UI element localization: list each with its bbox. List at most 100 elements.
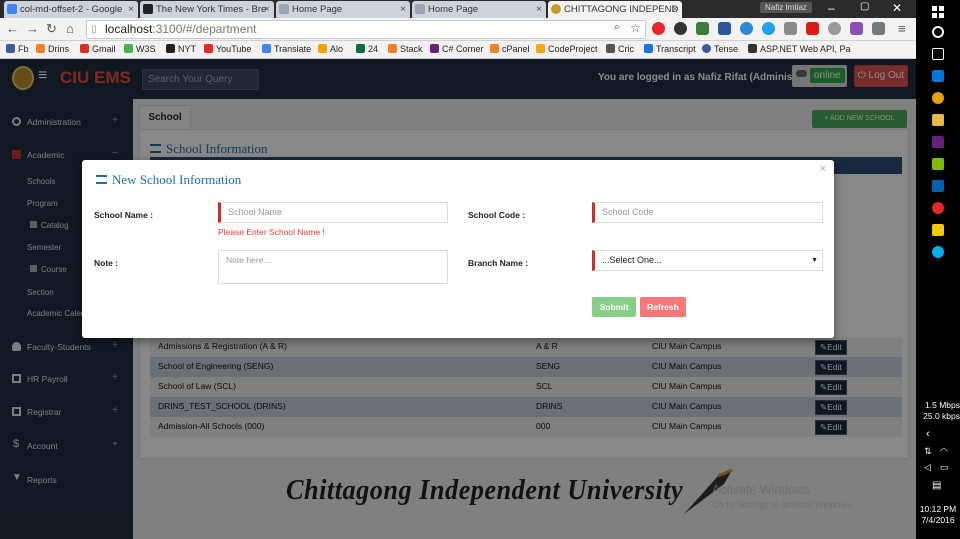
submit-button[interactable]: Submit [592,297,636,317]
app-icon[interactable] [932,70,944,82]
modal-title: New School Information [96,172,241,188]
network-speed: 1.5 Mbps 25.0 kbps [920,400,960,422]
opera-icon[interactable] [932,202,944,214]
browser-tab[interactable]: col-md-offset-2 - Google × [4,1,138,18]
school-code-input[interactable]: School Code [592,202,823,223]
bookmark-item[interactable]: Alo [318,44,343,54]
clock[interactable]: 10:12 PM 7/4/2016 [918,504,958,526]
extension-icon[interactable] [762,22,775,35]
school-name-label: School Name : [94,210,154,220]
keyboard-icon[interactable]: ▭ [940,462,949,473]
address-bar-row: ← → ↻ ⌂ ▯ localhost:3100/#/department ⌕ … [0,18,916,41]
bookmark-item[interactable]: C# Corner [430,44,484,54]
bookmark-item[interactable]: Fb [6,44,29,54]
net-down: 1.5 Mbps [925,400,960,410]
bookmark-item[interactable]: Stack [388,44,423,54]
menu-icon[interactable]: ≡ [898,21,906,36]
skype-icon[interactable] [932,246,944,258]
school-name-error: Please Enter School Name ! [218,227,325,237]
forward-icon[interactable]: → [26,21,39,36]
bookmark-item[interactable]: CodeProject [536,44,598,54]
windows-start-icon[interactable] [932,6,944,18]
school-code-label: School Code : [468,210,526,220]
browser-tab-bar: col-md-offset-2 - Google × The New York … [0,0,916,18]
home-icon[interactable]: ⌂ [66,21,74,36]
url-path: :3100/#/department [152,22,257,36]
cortana-icon[interactable] [932,26,944,38]
app-icon[interactable] [932,224,944,236]
browser-tab-active[interactable]: CHITTAGONG INDEPEND × [548,1,682,18]
minimize-icon[interactable]: – [828,1,835,15]
tab-title: Home Page [292,4,343,15]
opera-icon[interactable] [652,22,665,35]
task-view-icon[interactable] [932,48,944,60]
bookmark-item[interactable]: Cric [606,44,634,54]
close-tab-icon[interactable]: × [264,1,270,18]
close-tab-icon[interactable]: × [128,1,134,18]
angular-icon[interactable] [806,22,819,35]
bookmark-item[interactable]: Gmail [80,44,116,54]
reload-icon[interactable]: ↻ [46,21,57,37]
close-tab-icon[interactable]: × [672,1,678,18]
camera-icon[interactable] [872,22,885,35]
chrome-icon[interactable] [932,92,944,104]
note-label: Note : [94,258,119,268]
app-icon[interactable] [932,180,944,192]
bookmark-item[interactable]: 24 [356,44,378,54]
notifications-icon[interactable]: ▤ [932,480,941,491]
bookmark-item[interactable]: cPanel [490,44,530,54]
tab-title: Home Page [428,4,479,15]
extension-icon[interactable] [740,22,753,35]
search-icon[interactable]: ⌕ [614,21,620,34]
close-tab-icon[interactable]: × [400,1,406,18]
extension-icon[interactable] [850,22,863,35]
refresh-button[interactable]: Refresh [640,297,686,317]
close-window-icon[interactable]: ✕ [892,1,902,15]
activate-windows-hint: Go to Settings to activate Windows. [712,500,855,510]
bookmark-item[interactable]: Tense [702,44,738,54]
url-input[interactable]: ▯ localhost:3100/#/department [86,20,646,39]
browser-tab[interactable]: The New York Times - Bre × [140,1,274,18]
back-icon[interactable]: ← [6,21,19,36]
close-icon[interactable]: × [820,163,826,175]
bookmark-item[interactable]: Transcript [644,44,696,54]
volume-icon[interactable]: ◁ [924,462,931,473]
settings-gear-icon[interactable] [674,22,687,35]
browser-tab[interactable]: Home Page × [412,1,546,18]
ciu-icon [551,4,561,14]
network-icon[interactable]: ⇅ [924,446,932,457]
app-icon[interactable] [932,158,944,170]
file-explorer-icon[interactable] [932,114,944,126]
note-textarea[interactable]: Note here... [218,250,448,284]
net-up: 25.0 kbps [923,411,960,421]
bookmark-item[interactable]: W3S [124,44,156,54]
star-icon[interactable]: ☆ [630,21,641,35]
chevron-left-icon[interactable]: ‹ [926,428,930,440]
bookmark-item[interactable]: Drins [36,44,69,54]
recycle-icon[interactable] [696,22,709,35]
bookmark-item[interactable]: YouTube [204,44,251,54]
maximize-icon[interactable]: ▢ [860,1,869,12]
close-tab-icon[interactable]: × [536,1,542,18]
browser-tab[interactable]: Home Page × [276,1,410,18]
word-icon[interactable] [718,22,731,35]
bookmarks-bar: Fb Drins Gmail W3S NYT YouTube Translate… [0,41,916,59]
branch-select[interactable]: ...Select One... ▼ [592,250,823,271]
bookmark-item[interactable]: ASP.NET Web API, Pa [748,44,851,54]
list-icon [96,175,107,184]
bookmark-item[interactable]: NYT [166,44,196,54]
window-controls: – ▢ ✕ [820,0,916,18]
visual-studio-icon[interactable] [932,136,944,148]
page-icon [279,4,289,14]
bookmark-item[interactable]: Translate [262,44,311,54]
page-icon [415,4,425,14]
page-info-icon[interactable]: ▯ [91,21,97,38]
extension-icon[interactable] [828,22,841,35]
profile-badge[interactable]: Nafiz Imtiaz [760,2,812,13]
branch-name-label: Branch Name : [468,258,528,268]
tab-title: col-md-offset-2 - Google [20,4,123,15]
clock-date: 7/4/2016 [921,515,955,525]
extension-icon[interactable] [784,22,797,35]
school-name-input[interactable]: School Name [218,202,448,223]
wifi-icon[interactable]: ◠ [940,446,948,457]
